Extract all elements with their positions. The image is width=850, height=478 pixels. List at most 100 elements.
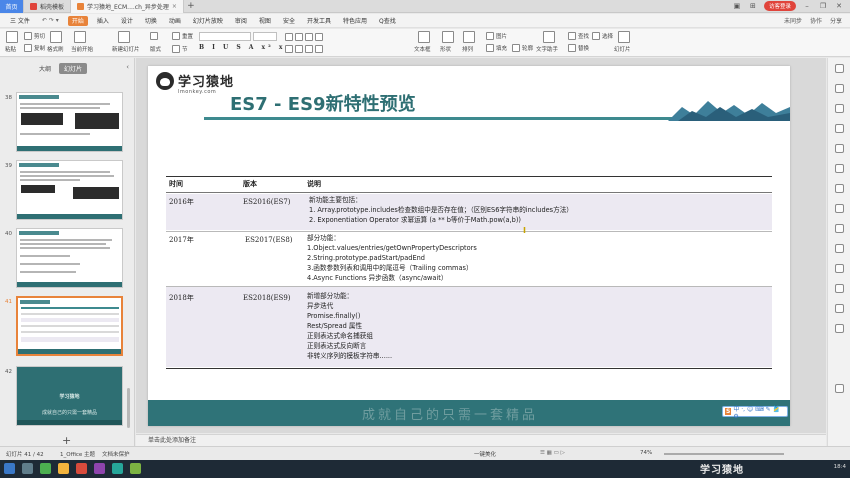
replace-button[interactable]: 替换 xyxy=(568,44,589,52)
tab-outline[interactable]: 大纲 xyxy=(34,63,56,74)
backup-icon[interactable] xyxy=(835,264,844,273)
home-tab[interactable]: 首页 xyxy=(0,0,24,13)
zoom-slider[interactable] xyxy=(664,453,784,455)
status-bar: 幻灯片 41 / 42 1_Office 主题 文档未保护 一键美化 ☰ ▦ ▭… xyxy=(0,446,850,460)
cut-button[interactable]: 剪切 xyxy=(24,32,45,40)
folder-icon[interactable] xyxy=(58,463,69,474)
zoom-level[interactable]: 74% xyxy=(640,450,652,456)
menu-file[interactable]: 三 文件 xyxy=(4,14,36,28)
text-box-button[interactable] xyxy=(418,31,430,43)
shape-style-icon[interactable] xyxy=(835,104,844,113)
menu-dev-tools[interactable]: 开发工具 xyxy=(301,14,337,28)
maximize-icon[interactable]: ❐ xyxy=(818,2,828,10)
menu-search[interactable]: Q查找 xyxy=(373,14,402,28)
menu-transition[interactable]: 切换 xyxy=(139,14,163,28)
layout-icon[interactable]: ▣ xyxy=(732,2,742,10)
help-icon[interactable] xyxy=(835,324,844,333)
indent-icon xyxy=(305,33,313,41)
new-tab-button[interactable]: + xyxy=(184,0,198,12)
text-assistant-button[interactable] xyxy=(543,31,555,43)
paragraph-controls[interactable] xyxy=(285,33,323,41)
input-method-toolbar[interactable]: S 中 ·, ☺ ⌨ ✎ 🎽 ⚙ xyxy=(722,406,788,420)
view-mode-icons[interactable]: ☰ ▦ ▭ ▷ xyxy=(540,450,565,456)
app-icon[interactable] xyxy=(94,463,105,474)
paste-button[interactable] xyxy=(6,31,18,43)
comment-icon[interactable] xyxy=(835,284,844,293)
slide-title[interactable]: ES7 - ES9新特性预览 xyxy=(230,90,416,116)
share-pane-icon[interactable] xyxy=(835,304,844,313)
tab-current-document[interactable]: 学习猿地_ECM....ch_异步处理 × xyxy=(71,0,184,13)
slide-thumbnail-42[interactable]: 学习猿地 成就自己的只需一套精品 xyxy=(16,366,123,426)
new-slide-button[interactable] xyxy=(118,31,130,43)
notes-pane[interactable]: 单击此处添加备注 xyxy=(136,434,826,446)
beautify-icon[interactable] xyxy=(835,224,844,233)
current-slide[interactable]: 学习猿地 lmonkey.com ES7 - ES9新特性预览 时间 版本 说明… xyxy=(148,66,790,426)
outline-button[interactable]: 轮廓 xyxy=(512,44,533,52)
wps-icon[interactable] xyxy=(76,463,87,474)
start-menu-icon[interactable] xyxy=(4,463,15,474)
menu-security[interactable]: 安全 xyxy=(277,14,301,28)
align-controls[interactable] xyxy=(285,45,323,53)
find-button[interactable]: 查找 xyxy=(568,32,589,40)
fill-button[interactable]: 填充 xyxy=(486,44,507,52)
menu-view[interactable]: 视图 xyxy=(253,14,277,28)
animation-pane-icon[interactable] xyxy=(835,144,844,153)
reset-button[interactable]: 重置 xyxy=(172,32,193,40)
menu-special-apps[interactable]: 特色应用 xyxy=(337,14,373,28)
share-button[interactable]: 分享 xyxy=(830,16,842,25)
menu-design[interactable]: 设计 xyxy=(115,14,139,28)
beautify-button[interactable]: 一键美化 xyxy=(474,450,496,458)
tab-slides[interactable]: 幻灯片 xyxy=(59,63,88,74)
theme-name[interactable]: 1_Office 主题 xyxy=(60,450,95,458)
thumbnail-scrollbar[interactable] xyxy=(127,388,130,428)
close-window-icon[interactable]: ✕ xyxy=(834,2,844,10)
slide-thumbnail-38[interactable] xyxy=(16,92,123,152)
layout-button[interactable] xyxy=(150,32,158,40)
panel-close-icon[interactable]: ‹ xyxy=(126,63,129,71)
from-current-button[interactable] xyxy=(74,31,86,43)
menu-insert[interactable]: 插入 xyxy=(91,14,115,28)
apps-icon[interactable]: ⊞ xyxy=(748,2,758,10)
picture-button[interactable]: 图片 xyxy=(486,32,507,40)
menu-start[interactable]: 开始 xyxy=(67,15,88,26)
text-format-buttons[interactable]: B I U S A x² x₂ xyxy=(199,44,291,51)
menu-animation[interactable]: 动画 xyxy=(163,14,187,28)
tab-docer-templates[interactable]: 稻壳模板 xyxy=(24,0,72,13)
collapse-icon[interactable] xyxy=(835,64,844,73)
browser-icon[interactable] xyxy=(40,463,51,474)
sync-status[interactable]: 未同步 xyxy=(784,16,802,25)
arrange-button[interactable] xyxy=(463,31,475,43)
app-icon[interactable] xyxy=(112,463,123,474)
select-button[interactable]: 选择 xyxy=(592,32,613,40)
resource-icon[interactable] xyxy=(835,244,844,253)
system-clock: 18:4 xyxy=(833,464,846,470)
template-icon[interactable] xyxy=(835,204,844,213)
app-icon[interactable] xyxy=(130,463,141,474)
slide-thumbnail-40[interactable] xyxy=(16,228,123,288)
select-pane-icon[interactable] xyxy=(835,84,844,93)
collaborate-button[interactable]: 协作 xyxy=(810,16,822,25)
format-painter-button[interactable] xyxy=(50,31,62,43)
design-pane-icon[interactable] xyxy=(835,184,844,193)
slide-thumbnail-39[interactable] xyxy=(16,160,123,220)
settings-icon[interactable] xyxy=(835,384,844,393)
section-button[interactable]: 节 xyxy=(172,45,188,53)
menu-review[interactable]: 审阅 xyxy=(229,14,253,28)
undo-redo-icons[interactable]: ↶ ↷ ▾ xyxy=(36,14,65,28)
row-desc-line: Rest/Spread 属性 xyxy=(307,322,363,330)
close-tab-icon[interactable]: × xyxy=(172,3,177,10)
slideshow-button[interactable] xyxy=(618,31,630,43)
transition-pane-icon[interactable] xyxy=(835,164,844,173)
shape-button[interactable] xyxy=(442,31,454,43)
document-protection-status[interactable]: 文档未保护 xyxy=(102,450,130,458)
font-size-select[interactable] xyxy=(253,32,277,41)
menu-slideshow[interactable]: 幻灯片放映 xyxy=(187,14,229,28)
format-pane-icon[interactable] xyxy=(835,124,844,133)
task-view-icon[interactable] xyxy=(22,463,33,474)
slide-thumbnail-41[interactable] xyxy=(16,296,123,356)
login-button[interactable]: 访客登录 xyxy=(763,1,796,11)
minimize-icon[interactable]: – xyxy=(802,2,812,10)
copy-button[interactable]: 复制 xyxy=(24,44,45,52)
layout-label[interactable]: 版式 xyxy=(150,45,161,53)
font-name-select[interactable] xyxy=(199,32,251,41)
